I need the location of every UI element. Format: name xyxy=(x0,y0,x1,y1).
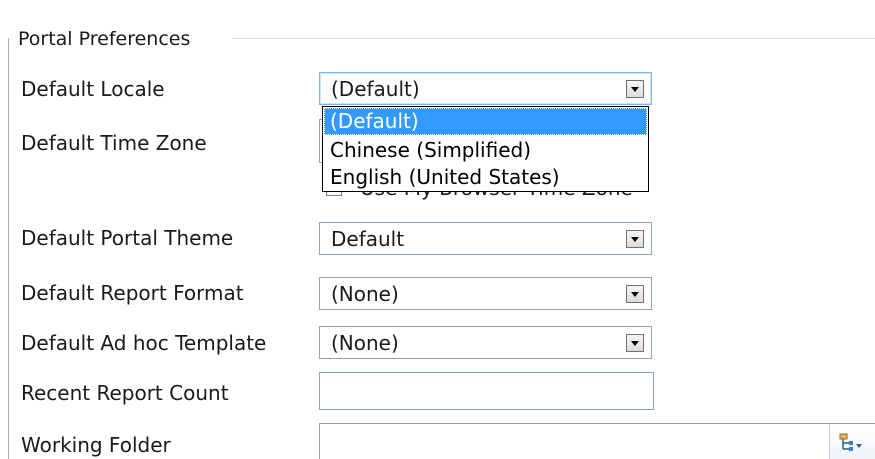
default-adhoc-template-select[interactable]: (None) xyxy=(319,326,652,359)
default-report-format-select[interactable]: (None) xyxy=(319,277,652,310)
default-time-zone-label: Default Time Zone xyxy=(21,131,207,155)
locale-option-english-united-states[interactable]: English (United States) xyxy=(324,164,647,191)
default-adhoc-template-value: (None) xyxy=(331,331,399,355)
default-locale-label: Default Locale xyxy=(21,77,165,101)
locale-option-chinese-simplified[interactable]: Chinese (Simplified) xyxy=(324,137,647,164)
portal-preferences-page: Portal Preferences Default Locale (Defau… xyxy=(0,0,875,459)
working-folder-label: Working Folder xyxy=(21,433,171,457)
recent-report-count-label: Recent Report Count xyxy=(21,381,229,405)
chevron-down-icon[interactable] xyxy=(626,285,644,303)
default-portal-theme-select[interactable]: Default xyxy=(319,222,652,255)
chevron-down-icon[interactable] xyxy=(626,334,644,352)
default-portal-theme-label: Default Portal Theme xyxy=(21,226,234,250)
default-report-format-value: (None) xyxy=(331,282,399,306)
default-report-format-label: Default Report Format xyxy=(21,281,244,305)
default-portal-theme-value: Default xyxy=(331,227,405,251)
group-border-top xyxy=(232,38,875,39)
default-adhoc-template-label: Default Ad hoc Template xyxy=(21,331,267,355)
default-locale-value: (Default) xyxy=(331,77,420,101)
working-folder-input[interactable] xyxy=(319,423,875,459)
group-title: Portal Preferences xyxy=(12,28,195,50)
recent-report-count-input[interactable] xyxy=(319,372,654,410)
default-locale-select[interactable]: (Default) xyxy=(319,72,652,105)
locale-dropdown-list: (Default) Chinese (Simplified) English (… xyxy=(322,106,649,192)
group-border-left xyxy=(8,38,9,459)
chevron-down-icon[interactable] xyxy=(626,80,644,98)
folder-tree-icon xyxy=(839,433,862,451)
folder-tree-button[interactable] xyxy=(829,424,875,459)
locale-option-default[interactable]: (Default) xyxy=(324,108,647,135)
chevron-down-icon[interactable] xyxy=(626,230,644,248)
